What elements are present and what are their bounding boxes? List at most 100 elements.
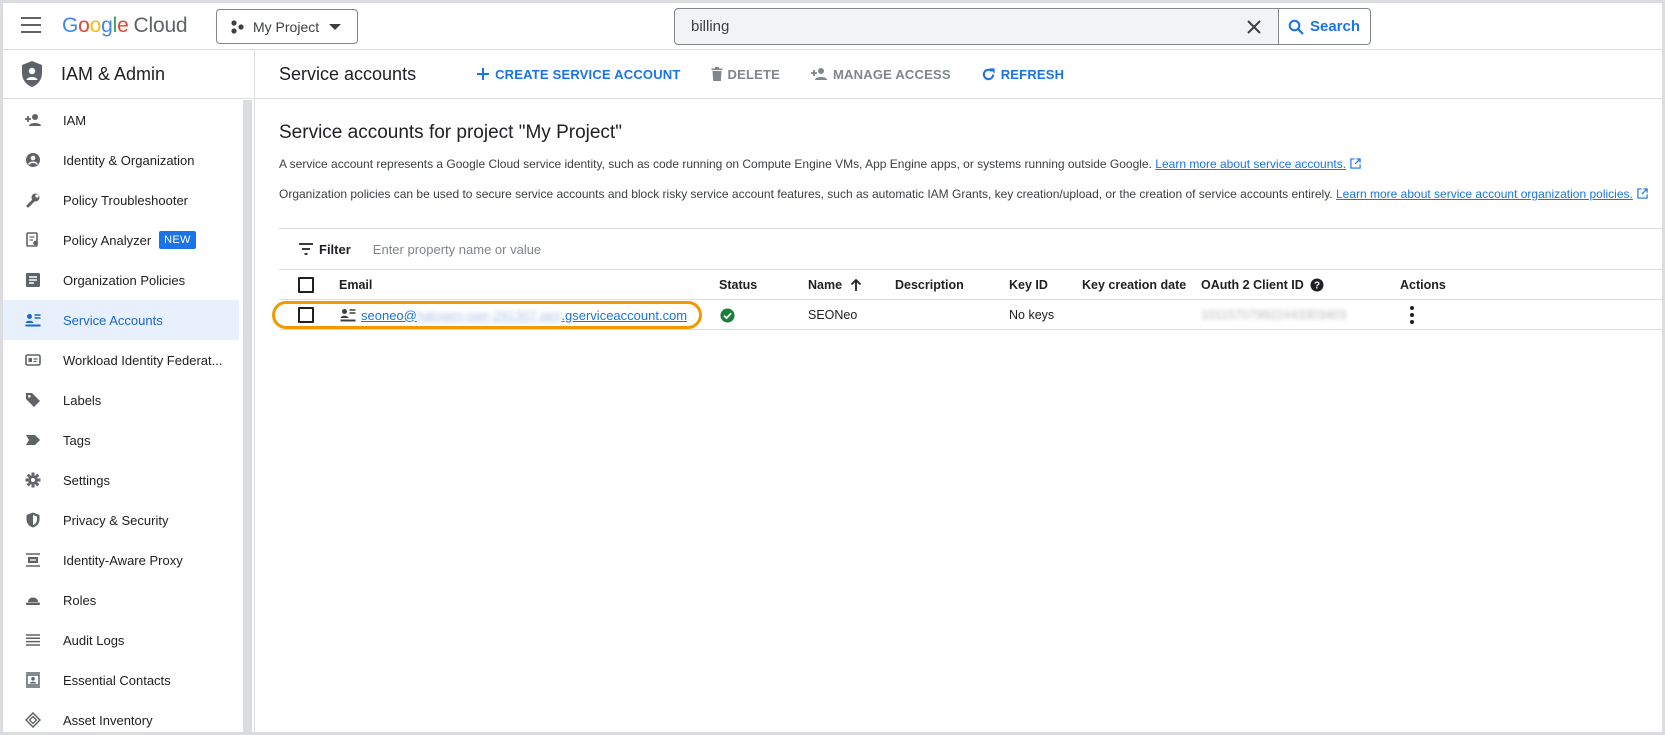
email-suffix: .gserviceaccount.com — [561, 307, 688, 323]
filter-input[interactable]: Enter property name or value — [373, 242, 541, 257]
sidebar-item-identity-organization[interactable]: Identity & Organization — [3, 140, 239, 180]
column-header-oauth-client-id[interactable]: OAuth 2 Client ID ? — [1201, 270, 1324, 300]
column-header-key-id[interactable]: Key ID — [1009, 270, 1048, 300]
sidebar-item-label: Service Accounts — [63, 312, 163, 328]
hamburger-menu-icon[interactable] — [21, 17, 41, 33]
sidebar-title: IAM & Admin — [61, 63, 166, 84]
label-icon — [23, 390, 43, 410]
sidebar-item-audit-logs[interactable]: Audit Logs — [3, 620, 239, 660]
sidebar-item-essential-contacts[interactable]: Essential Contacts — [3, 660, 239, 700]
shield-icon — [23, 510, 43, 530]
row-checkbox[interactable] — [298, 307, 314, 323]
sidebar-item-label: Labels — [63, 392, 102, 408]
more-vert-icon[interactable] — [1410, 306, 1414, 324]
search-value: billing — [691, 18, 730, 35]
sidebar-item-label: Audit Logs — [63, 632, 125, 648]
sidebar-item-identity-aware-proxy[interactable]: Identity-Aware Proxy — [3, 540, 239, 580]
description-paragraph-2: Organization policies can be used to sec… — [279, 186, 1662, 202]
description-text: A service account represents a Google Cl… — [279, 157, 1152, 171]
sidebar-item-label: Roles — [63, 592, 97, 608]
wrench-icon — [23, 190, 43, 210]
new-badge: NEW — [159, 231, 196, 249]
sidebar-item-label: Organization Policies — [63, 272, 186, 288]
refresh-button[interactable]: REFRESH — [981, 67, 1065, 82]
select-all-checkbox[interactable] — [298, 277, 314, 293]
external-link-icon — [1637, 188, 1648, 199]
sidebar-item-iam[interactable]: IAM — [3, 100, 239, 140]
sidebar-item-label: IAM — [63, 112, 87, 128]
service-account-icon — [23, 310, 43, 330]
row-checkbox-cell — [298, 300, 314, 330]
sidebar: IAM & Admin IAM Identity & Organization … — [3, 50, 255, 732]
search-icon — [1288, 19, 1304, 35]
sidebar-item-organization-policies[interactable]: Organization Policies — [3, 260, 239, 300]
project-name: My Project — [253, 18, 320, 35]
sidebar-item-service-accounts[interactable]: Service Accounts — [3, 300, 239, 340]
contact-icon — [23, 670, 43, 690]
sidebar-item-label: Identity & Organization — [63, 152, 195, 168]
search-input[interactable]: billing — [674, 8, 1279, 45]
service-account-icon — [340, 309, 356, 322]
service-accounts-panel: Service accounts for project "My Project… — [272, 122, 1662, 330]
delete-button[interactable]: DELETE — [711, 67, 780, 82]
sidebar-item-settings[interactable]: Settings — [3, 460, 239, 500]
email-cell: seoneo@halogen-pier-291307.iam.gservicea… — [340, 300, 687, 330]
manage-access-label: MANAGE ACCESS — [833, 66, 951, 82]
filter-bar[interactable]: Filter Enter property name or value — [279, 228, 1662, 270]
sidebar-item-labels[interactable]: Labels — [3, 380, 239, 420]
column-header-email[interactable]: Email — [339, 270, 372, 300]
sidebar-item-asset-inventory[interactable]: Asset Inventory — [3, 700, 239, 732]
table-row[interactable]: seoneo@halogen-pier-291307.iam.gservicea… — [272, 300, 1662, 330]
column-header-name[interactable]: Name — [808, 270, 862, 300]
column-header-description[interactable]: Description — [895, 270, 964, 300]
learn-more-org-policies-link[interactable]: Learn more about service account organiz… — [1336, 187, 1633, 201]
main-content: Service accounts CREATE SERVICE ACCOUNT … — [255, 50, 1662, 732]
sidebar-item-policy-troubleshooter[interactable]: Policy Troubleshooter — [3, 180, 239, 220]
tag-arrow-icon — [23, 430, 43, 450]
sidebar-header: IAM & Admin — [3, 50, 254, 99]
sidebar-item-workload-identity-federation[interactable]: Workload Identity Federat... — [3, 340, 239, 380]
sidebar-item-policy-analyzer[interactable]: Policy Analyzer NEW — [3, 220, 239, 260]
filter-icon — [299, 243, 313, 255]
help-icon[interactable]: ? — [1310, 278, 1324, 292]
refresh-label: REFRESH — [1000, 66, 1065, 82]
column-header-key-creation-date[interactable]: Key creation date — [1082, 270, 1186, 300]
external-link-icon — [1350, 158, 1361, 169]
account-circle-icon — [23, 150, 43, 170]
sidebar-item-label: Essential Contacts — [63, 672, 171, 688]
google-cloud-logo[interactable]: Google Cloud — [62, 14, 188, 38]
name-cell: SEONeo — [808, 308, 858, 322]
diamond-icon — [23, 710, 43, 730]
oauth-client-id-cell: 101157079922443303403 — [1201, 300, 1346, 330]
project-dots-icon — [231, 19, 244, 34]
project-picker-button[interactable]: My Project — [216, 9, 358, 44]
sidebar-item-label: Policy Analyzer — [63, 232, 152, 248]
refresh-icon — [982, 67, 995, 80]
close-icon[interactable] — [1246, 19, 1262, 35]
learn-more-service-accounts-link[interactable]: Learn more about service accounts. — [1155, 157, 1346, 171]
column-header-status[interactable]: Status — [719, 270, 757, 300]
delete-label: DELETE — [727, 66, 781, 82]
hat-icon — [23, 590, 43, 610]
sidebar-item-label: Asset Inventory — [63, 712, 153, 728]
manage-access-button[interactable]: MANAGE ACCESS — [810, 67, 951, 82]
sidebar-item-label: Workload Identity Federat... — [63, 352, 223, 368]
select-all-checkbox-cell — [298, 270, 314, 300]
action-toolbar: Service accounts CREATE SERVICE ACCOUNT … — [255, 50, 1662, 99]
iam-shield-icon — [22, 61, 42, 87]
create-service-account-button[interactable]: CREATE SERVICE ACCOUNT — [476, 67, 680, 82]
create-label: CREATE SERVICE ACCOUNT — [495, 66, 681, 82]
sidebar-item-privacy-security[interactable]: Privacy & Security — [3, 500, 239, 540]
sidebar-nav: IAM Identity & Organization Policy Troub… — [3, 100, 239, 732]
sidebar-scrollbar[interactable] — [243, 100, 252, 732]
app-frame: Google Cloud My Project billing Search IA… — [0, 0, 1665, 735]
search-button[interactable]: Search — [1278, 8, 1371, 45]
badge-icon — [23, 350, 43, 370]
service-account-email-link[interactable]: seoneo@halogen-pier-291307.iam.gservicea… — [361, 308, 687, 323]
sidebar-item-roles[interactable]: Roles — [3, 580, 239, 620]
sidebar-item-tags[interactable]: Tags — [3, 420, 239, 460]
status-cell — [720, 300, 735, 330]
actions-cell — [1410, 300, 1414, 330]
gear-icon — [23, 470, 43, 490]
sidebar-item-label: Tags — [63, 432, 91, 448]
